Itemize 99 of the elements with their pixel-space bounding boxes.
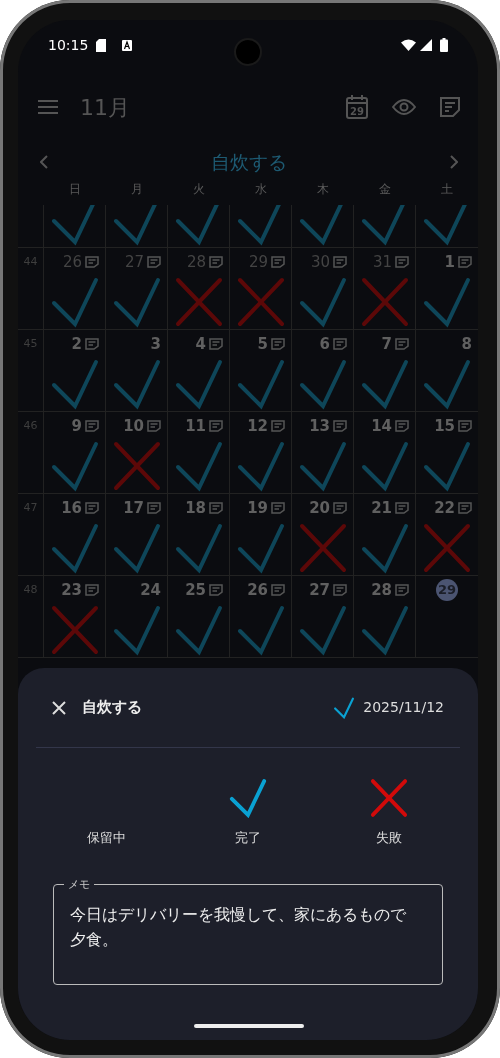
checkmark-icon (235, 604, 286, 656)
front-camera (234, 38, 262, 66)
date-number[interactable]: 23 (61, 578, 82, 602)
date-number[interactable]: 12 (247, 414, 268, 438)
close-icon[interactable] (52, 700, 66, 715)
date-number[interactable]: 16 (61, 496, 82, 520)
date-number[interactable]: 26 (62, 250, 82, 274)
checkmark-icon (173, 604, 224, 656)
checkmark-icon (297, 440, 348, 492)
previous-icon[interactable] (40, 155, 48, 169)
date-number[interactable]: 5 (257, 332, 268, 356)
date-number[interactable]: 11 (185, 414, 206, 438)
date-number[interactable]: 3 (150, 332, 161, 356)
date-number[interactable]: 25 (185, 578, 206, 602)
checkmark-icon (359, 358, 410, 410)
date-number[interactable]: 4 (195, 332, 206, 356)
date-number[interactable]: 13 (309, 414, 330, 438)
month-title: 11月 (80, 93, 131, 122)
checkmark-icon (111, 604, 162, 656)
date-number[interactable]: 26 (247, 578, 268, 602)
checkmark-icon (297, 358, 348, 410)
checkmark-icon (111, 522, 162, 574)
status-option[interactable]: 完了 (177, 776, 319, 872)
notification-icon (122, 39, 133, 51)
date-number[interactable]: 14 (371, 414, 392, 438)
checkmark-icon (173, 522, 224, 574)
entry-date: 2025/11/12 (363, 698, 444, 717)
checkmark-icon (359, 604, 410, 656)
date-number[interactable]: 7 (381, 332, 392, 356)
date-number[interactable]: 19 (247, 496, 268, 520)
date-number[interactable]: 6 (319, 332, 330, 356)
checkmark-icon (49, 440, 100, 492)
checkmark-icon (333, 697, 356, 719)
date-number[interactable]: 18 (185, 496, 206, 520)
checkmark-icon (235, 522, 286, 574)
weekday-label: 土 (440, 181, 454, 198)
checkmark-icon (173, 440, 224, 492)
checkmark-icon (297, 604, 348, 656)
sheet-title: 自炊する (82, 697, 143, 719)
date-number[interactable]: 28 (371, 578, 392, 602)
sd-card-icon (96, 38, 107, 52)
today-date[interactable]: 29 (436, 579, 458, 601)
date-number[interactable]: 8 (461, 332, 472, 356)
cross-icon (173, 276, 224, 328)
date-number[interactable]: 15 (434, 414, 455, 438)
cross-icon (111, 440, 162, 492)
checkmark-icon (297, 276, 348, 328)
cross-icon (49, 604, 100, 656)
battery-icon (440, 38, 448, 52)
wifi-icon (401, 39, 416, 51)
cross-icon (422, 522, 472, 574)
date-number[interactable]: 27 (124, 250, 144, 274)
menu-icon[interactable] (38, 100, 58, 114)
date-number[interactable]: 17 (123, 496, 144, 520)
weekday-label: 火 (192, 181, 206, 198)
checkmark-icon (49, 276, 100, 328)
status-time: 10:15 (48, 35, 89, 55)
next-icon[interactable] (450, 155, 458, 169)
cross-icon (359, 276, 410, 328)
checkmark-icon (173, 358, 224, 410)
date-number[interactable]: 28 (186, 250, 206, 274)
date-number[interactable]: 27 (309, 578, 330, 602)
habit-title: 自炊する (211, 149, 287, 175)
checkmark-icon (422, 440, 472, 492)
date-number[interactable]: 24 (140, 578, 161, 602)
status-option[interactable]: 保留中 (36, 776, 178, 872)
checkmark-icon (111, 358, 162, 410)
date-number[interactable]: 22 (434, 496, 455, 520)
weekday-label: 月 (130, 181, 144, 198)
date-number[interactable]: 1 (444, 250, 455, 274)
checkmark-icon (235, 440, 286, 492)
calendar-icon[interactable]: 29 (346, 95, 368, 119)
weekday-label: 水 (254, 181, 268, 198)
checkmark-icon (359, 522, 410, 574)
weekday-label: 木 (316, 181, 330, 198)
checkmark-icon (422, 276, 472, 328)
date-number[interactable]: 9 (71, 414, 82, 438)
weekday-label: 日 (68, 181, 82, 198)
note-icon[interactable] (440, 97, 460, 117)
eye-icon[interactable] (392, 99, 416, 115)
date-number[interactable]: 30 (310, 250, 330, 274)
date-number[interactable]: 21 (371, 496, 392, 520)
cross-icon (297, 522, 348, 574)
checkmark-icon (422, 358, 472, 410)
cross-icon (235, 276, 286, 328)
date-number[interactable]: 20 (309, 496, 330, 520)
date-number[interactable]: 29 (248, 250, 268, 274)
status-option[interactable]: 失敗 (318, 776, 460, 872)
date-number[interactable]: 10 (123, 414, 144, 438)
checkmark-icon (359, 440, 410, 492)
date-number[interactable]: 31 (372, 250, 392, 274)
date-number[interactable]: 2 (71, 332, 82, 356)
checkmark-icon (111, 276, 162, 328)
signal-icon (420, 39, 432, 51)
checkmark-icon (227, 778, 269, 818)
checkmark-icon (49, 522, 100, 574)
checkmark-icon (235, 358, 286, 410)
weekday-label: 金 (378, 181, 392, 198)
checkmark-icon (49, 358, 100, 410)
